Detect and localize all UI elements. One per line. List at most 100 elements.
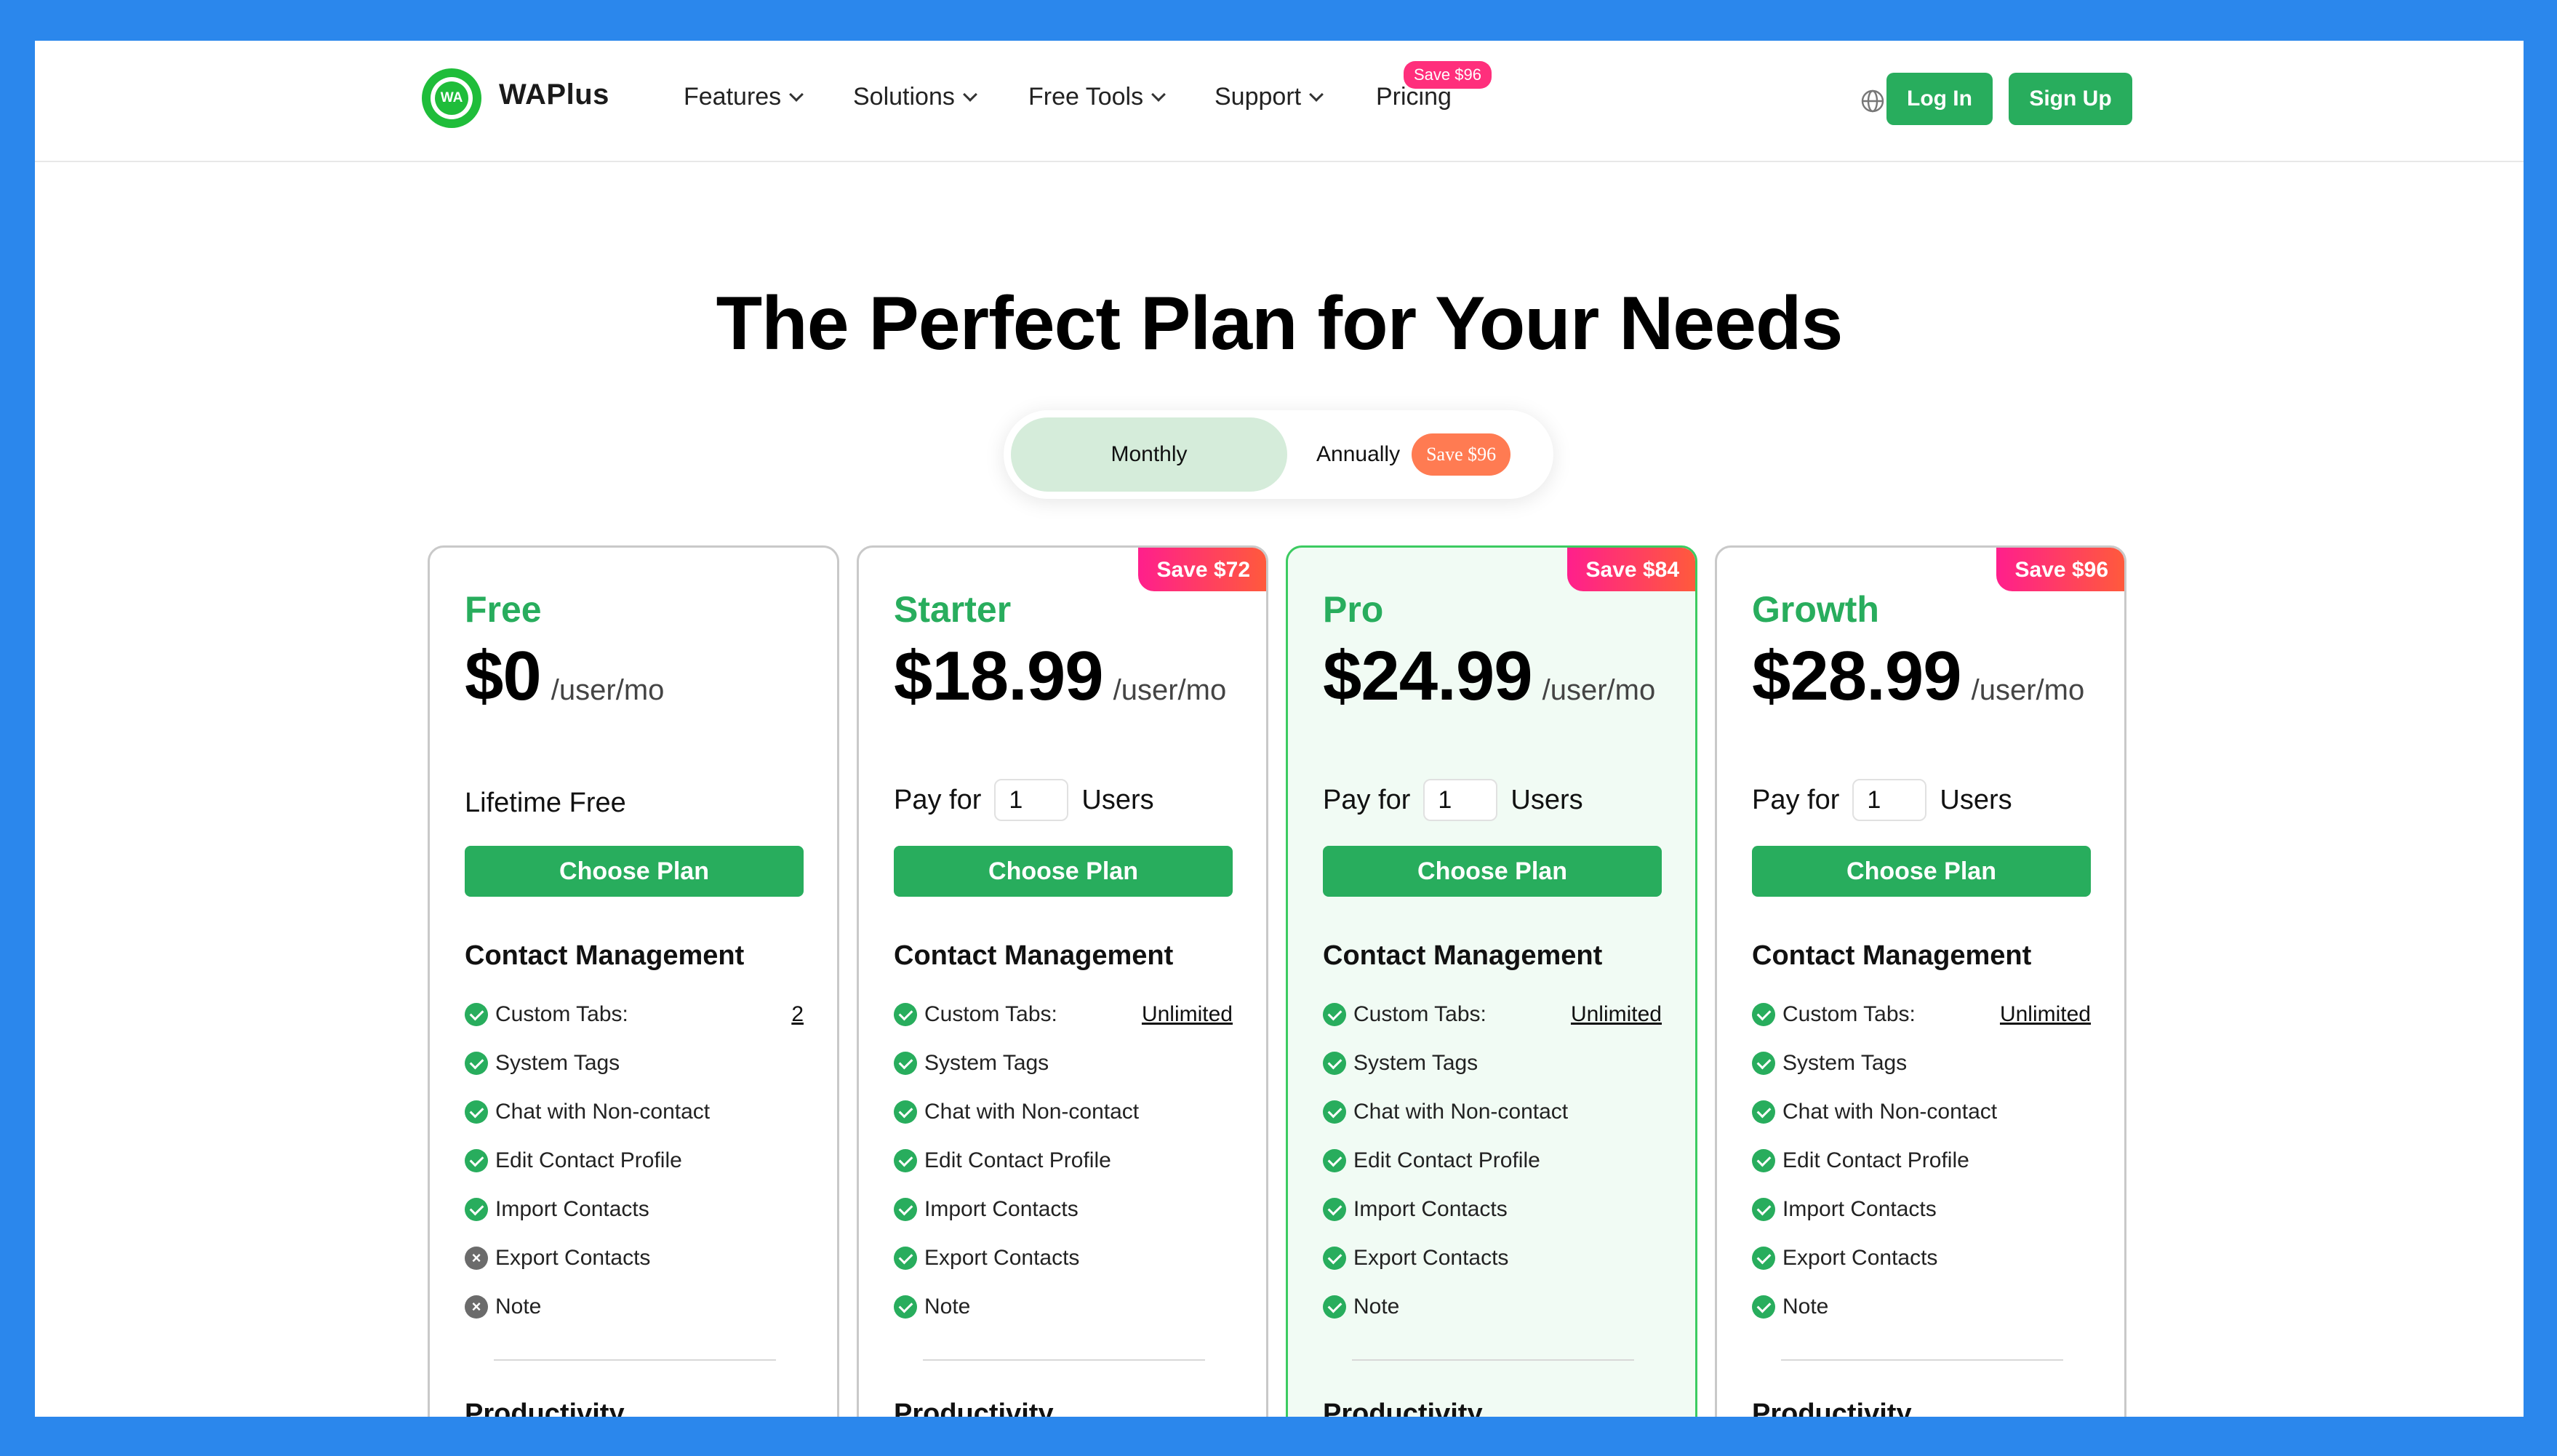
cross-icon: ×: [465, 1246, 488, 1270]
feature-label: Export Contacts: [1782, 1245, 1938, 1270]
feature-label: System Tags: [1782, 1050, 1908, 1075]
login-button[interactable]: Log In: [1886, 73, 1993, 125]
check-icon: [1752, 1100, 1775, 1124]
section-divider: [923, 1359, 1205, 1361]
choose-plan-button[interactable]: Choose Plan: [1323, 846, 1662, 897]
check-icon: [1752, 1051, 1775, 1075]
feature-item: Note: [1323, 1282, 1662, 1331]
waplus-logo-icon[interactable]: WA: [422, 68, 481, 128]
nav-features[interactable]: Features: [684, 83, 804, 111]
feature-label: Chat with Non-contact: [495, 1099, 711, 1124]
check-icon: [1752, 1197, 1775, 1221]
globe-icon[interactable]: [1860, 89, 1885, 113]
feature-label: Import Contacts: [924, 1196, 1079, 1221]
chevron-down-icon: [962, 87, 977, 102]
user-count-input[interactable]: [994, 779, 1069, 821]
feature-item: Edit Contact Profile: [894, 1136, 1233, 1185]
lifetime-free-label: Lifetime Free: [465, 788, 626, 818]
feature-label: Export Contacts: [1353, 1245, 1509, 1270]
user-count-input[interactable]: [1423, 779, 1498, 821]
billing-toggle: Monthly Annually Save $96: [1004, 410, 1553, 499]
brand-name[interactable]: WAPlus: [499, 79, 609, 111]
feature-label: Edit Contact Profile: [495, 1148, 682, 1172]
feature-item: Custom Tabs: Unlimited: [894, 990, 1233, 1039]
section-title-contact-management: Contact Management: [465, 940, 745, 971]
feature-item: Export Contacts: [1752, 1233, 2091, 1282]
feature-item: System Tags: [1323, 1039, 1662, 1087]
feature-label: Edit Contact Profile: [1353, 1148, 1540, 1172]
check-icon: [465, 1197, 488, 1221]
price-unit: /user/mo: [1542, 674, 1656, 706]
feature-label: System Tags: [924, 1050, 1049, 1075]
user-count-input[interactable]: [1852, 779, 1927, 821]
feature-item: Edit Contact Profile: [1323, 1136, 1662, 1185]
billing-annually-option[interactable]: Annually Save $96: [1316, 417, 1511, 492]
choose-plan-button[interactable]: Choose Plan: [894, 846, 1233, 897]
price-row: $28.99 /user/mo: [1752, 636, 2084, 716]
feature-label: System Tags: [1353, 1050, 1478, 1075]
logo-text: WA: [435, 81, 468, 115]
plan-price: $28.99: [1752, 637, 1962, 715]
pricing-save-badge: Save $96: [1404, 61, 1492, 89]
plan-card-growth: Save $96 Growth $28.99 /user/mo Pay for U…: [1715, 545, 2126, 1417]
pay-for-label: Pay for: [894, 784, 982, 815]
feature-item: System Tags: [465, 1039, 804, 1087]
nav-support[interactable]: Support: [1215, 83, 1324, 111]
feature-item: System Tags: [1752, 1039, 2091, 1087]
check-icon: [1323, 1002, 1346, 1026]
feature-value-link[interactable]: 2: [791, 1002, 804, 1027]
feature-item: Chat with Non-contact: [1323, 1087, 1662, 1136]
pay-for-label: Pay for: [1752, 784, 1840, 815]
check-icon: [1752, 1295, 1775, 1319]
feature-label: Note: [1782, 1294, 1829, 1319]
plan-name: Starter: [894, 589, 1012, 630]
check-icon: [894, 1197, 917, 1221]
check-icon: [1323, 1246, 1346, 1270]
choose-plan-button[interactable]: Choose Plan: [1752, 846, 2091, 897]
pay-for-row: Pay for Users: [1323, 779, 1583, 821]
feature-item: Custom Tabs: Unlimited: [1752, 990, 2091, 1039]
feature-value-link[interactable]: Unlimited: [2000, 1002, 2091, 1027]
feature-item: Import Contacts: [1323, 1185, 1662, 1233]
feature-label: Chat with Non-contact: [924, 1099, 1140, 1124]
section-divider: [1352, 1359, 1634, 1361]
check-icon: [465, 1100, 488, 1124]
nav-free-tools[interactable]: Free Tools: [1028, 83, 1167, 111]
check-icon: [1323, 1100, 1346, 1124]
plan-name: Growth: [1752, 589, 1879, 630]
save-tag: Save $84: [1566, 548, 1695, 591]
feature-label: Note: [495, 1294, 542, 1319]
feature-label: Note: [1353, 1294, 1400, 1319]
check-icon: [465, 1148, 488, 1172]
feature-value-link[interactable]: Unlimited: [1571, 1002, 1662, 1027]
chevron-down-icon: [789, 87, 804, 102]
plan-price: $24.99: [1323, 637, 1533, 715]
nav-solutions[interactable]: Solutions: [853, 83, 977, 111]
page-title: The Perfect Plan for Your Needs: [716, 281, 1844, 366]
feature-value-link[interactable]: Unlimited: [1142, 1002, 1233, 1027]
price-unit: /user/mo: [1113, 674, 1227, 706]
annually-save-badge: Save $96: [1412, 433, 1511, 476]
plan-price: $0: [465, 637, 542, 715]
chevron-down-icon: [1309, 87, 1324, 102]
chevron-down-icon: [1151, 87, 1167, 102]
section-title-contact-management: Contact Management: [1752, 940, 2032, 971]
feature-item: Edit Contact Profile: [465, 1136, 804, 1185]
nav-free-tools-label: Free Tools: [1028, 83, 1144, 111]
check-icon: [1323, 1295, 1346, 1319]
section-title-contact-management: Contact Management: [894, 940, 1174, 971]
billing-monthly-option[interactable]: Monthly: [1011, 417, 1287, 492]
pay-for-row: Pay for Users: [1752, 779, 2012, 821]
browser-page: WA WAPlus Features Solutions Free Tools …: [35, 41, 2524, 1417]
feature-item: Export Contacts: [1323, 1233, 1662, 1282]
feature-label: Note: [924, 1294, 971, 1319]
pay-for-label: Pay for: [1323, 784, 1411, 815]
feature-item: Chat with Non-contact: [1752, 1087, 2091, 1136]
signup-button[interactable]: Sign Up: [2009, 73, 2132, 125]
check-icon: [894, 1148, 917, 1172]
feature-item: Chat with Non-contact: [465, 1087, 804, 1136]
check-icon: [1752, 1002, 1775, 1026]
feature-label: Import Contacts: [495, 1196, 649, 1221]
choose-plan-button[interactable]: Choose Plan: [465, 846, 804, 897]
section-title-productivity: Productivity: [1323, 1399, 1483, 1417]
